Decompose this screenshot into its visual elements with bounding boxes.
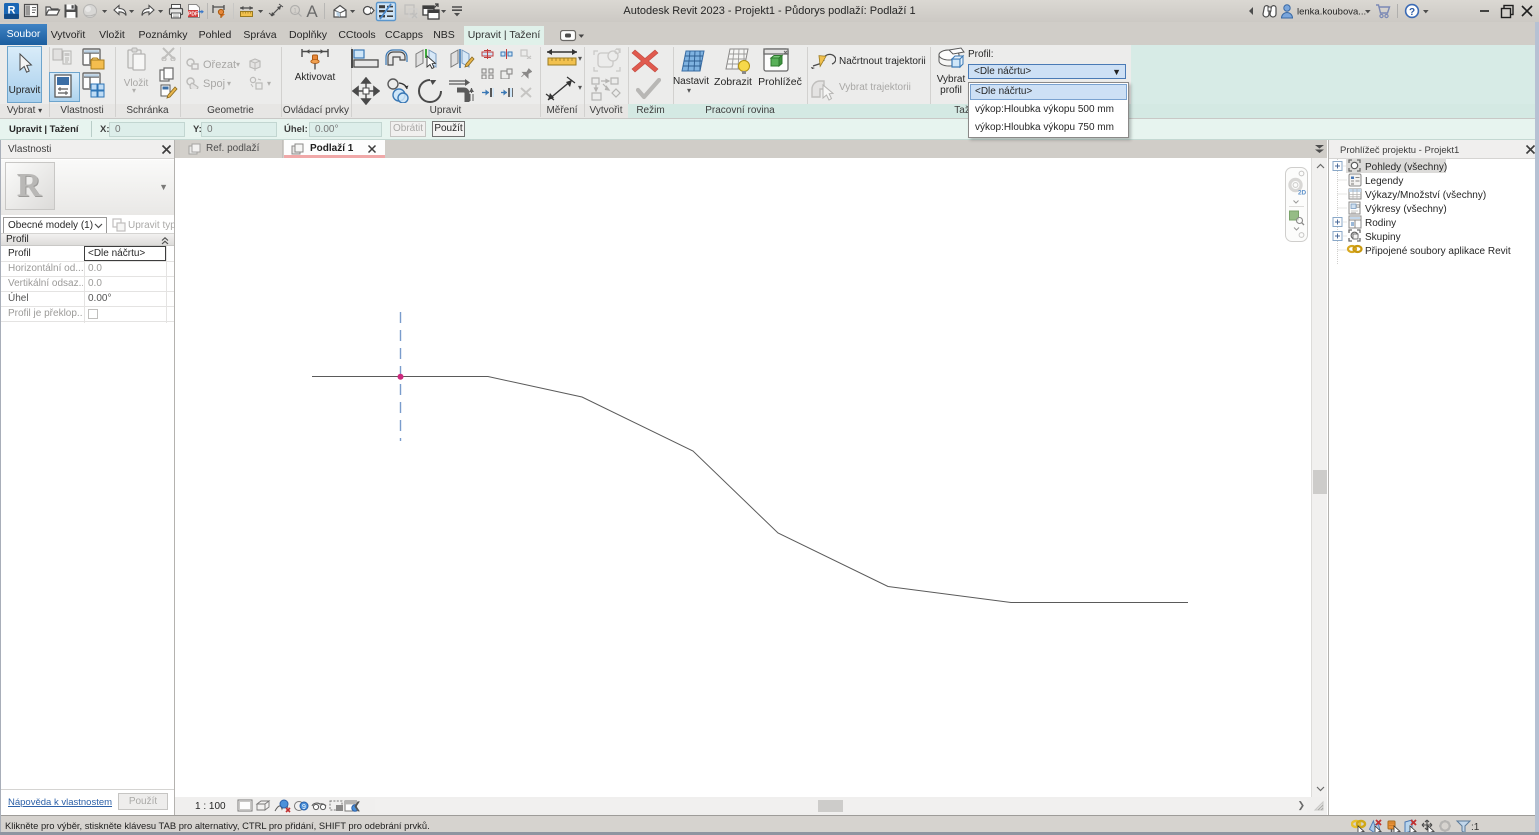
svg-text:Výkresy (všechny): Výkresy (všechny) (1365, 204, 1447, 215)
svg-text:PDF: PDF (188, 12, 198, 18)
svg-text:2D: 2D (1298, 190, 1307, 197)
svg-text:A: A (306, 2, 318, 21)
svg-text:Výkazy/Množství (všechny): Výkazy/Množství (všechny) (1365, 190, 1486, 201)
svg-text:Skupiny: Skupiny (1365, 232, 1401, 243)
svg-text:lenka.koubova...: lenka.koubova... (1297, 7, 1366, 18)
svg-text:R: R (17, 167, 42, 204)
svg-text:R: R (8, 5, 16, 17)
svg-text:Pohledy (všechny): Pohledy (všechny) (1365, 162, 1447, 173)
svg-text:9: 9 (302, 804, 306, 811)
svg-text:Připojené soubory aplikace Rev: Připojené soubory aplikace Revit (1365, 246, 1511, 257)
svg-text:Legendy: Legendy (1365, 176, 1403, 187)
svg-text:?: ? (1409, 7, 1415, 18)
svg-text:Rodiny: Rodiny (1365, 218, 1396, 229)
